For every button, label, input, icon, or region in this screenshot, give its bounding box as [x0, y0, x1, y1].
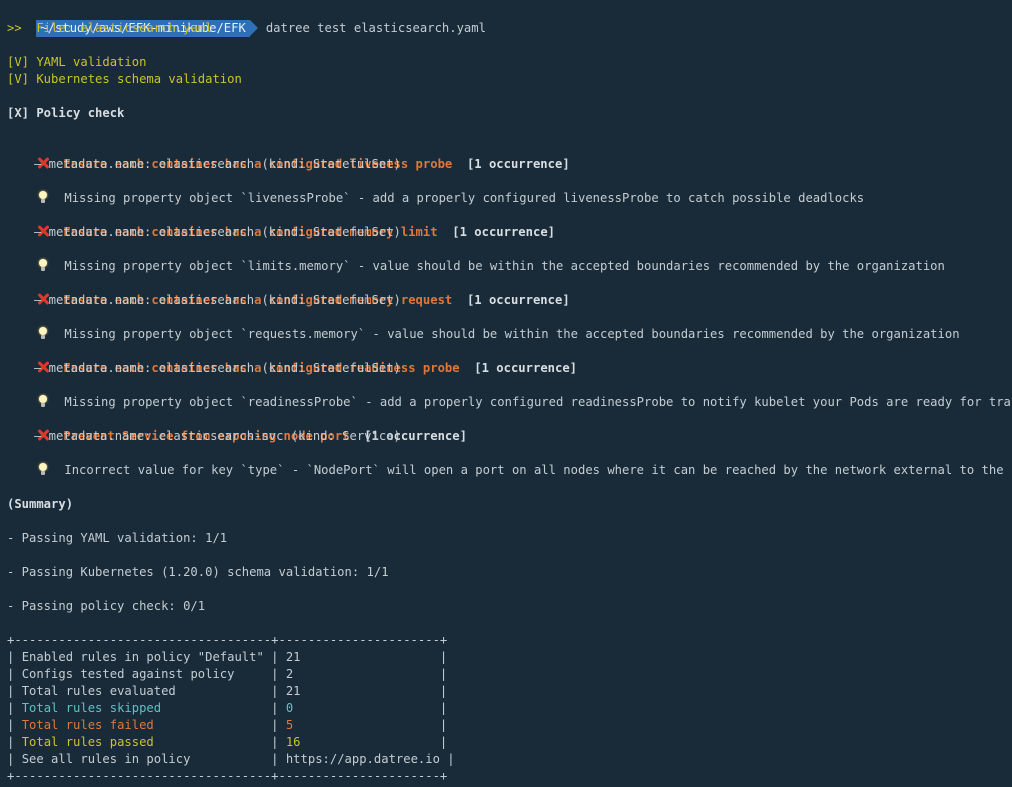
violation-meta: — metadata.name: elasticsearch (kind: St… [34, 157, 401, 171]
check-yaml: [V] YAML validation [7, 55, 147, 69]
check-policy: [X] Policy check [7, 106, 125, 120]
occurrence-count: [1 occurrence] [466, 157, 570, 171]
lightbulb-icon [38, 191, 48, 204]
violation-hint: Missing property object `readinessProbe`… [64, 395, 1012, 409]
table-row-value: 5 [285, 718, 433, 732]
table-row: | Total rules skipped | 0 | [7, 701, 448, 715]
table-row: | See all rules in policy | https://app.… [7, 752, 455, 766]
lightbulb-icon [38, 395, 48, 408]
table-border-top: +-----------------------------------+---… [7, 633, 448, 647]
table-row-value[interactable]: https://app.datree.io [286, 752, 440, 766]
table-row-label: Total rules skipped [21, 701, 264, 715]
table-row-label: Configs tested against policy [21, 667, 264, 681]
violation-title-line: Ensure each container has a configured m… [7, 275, 569, 307]
violation-hint-line: Missing property object `limits.memory` … [7, 241, 945, 273]
violation-meta: — metadata.name: elasticsearch (kind: St… [34, 293, 401, 307]
table-row-value: 0 [285, 701, 433, 715]
violation-hint: Missing property object `limits.memory` … [64, 259, 945, 273]
prompt-arrow-icon [249, 20, 258, 36]
violation-title-line: Prevent Service from exposing node port … [7, 411, 467, 443]
table-row: | Configs tested against policy | 2 | [7, 667, 448, 681]
violation-hint: Incorrect value for key `type` - `NodePo… [64, 463, 1012, 477]
command-text: datree test elasticsearch.yaml [265, 21, 486, 35]
violation-title-line: Ensure each container has a configured m… [7, 207, 555, 239]
table-row-value: 16 [285, 735, 433, 749]
violation-meta: — metadata.name: elasticsearch (kind: St… [34, 225, 401, 239]
table-row-label: See all rules in policy [21, 752, 264, 766]
violation-hint: Missing property object `requests.memory… [64, 327, 960, 341]
table-row-value: 2 [285, 667, 433, 681]
table-row-value: 21 [285, 650, 433, 664]
prompt-line: ~/study/aws/EFK-minikube/EFK datree test … [7, 3, 486, 37]
occurrence-count: [1 occurrence] [466, 293, 570, 307]
check-k8s-schema: [V] Kubernetes schema validation [7, 72, 242, 86]
table-border-bottom: +-----------------------------------+---… [7, 769, 448, 783]
lightbulb-icon [38, 463, 48, 476]
file-line: >> File: elasticsearch.yaml [7, 21, 213, 35]
terminal-window[interactable]: ~/study/aws/EFK-minikube/EFK datree test … [0, 0, 1012, 787]
lightbulb-icon [38, 327, 48, 340]
table-row: | Total rules failed | 5 | [7, 718, 448, 732]
violation-title-line: Ensure each container has a configured l… [7, 139, 569, 171]
summary-policy: - Passing policy check: 0/1 [7, 599, 206, 613]
occurrence-count: [1 occurrence] [474, 361, 578, 375]
violation-meta: — metadata.name: elasticsearch-svc (kind… [34, 429, 401, 443]
violation-hint: Missing property object `livenessProbe` … [64, 191, 865, 205]
table-row: | Total rules passed | 16 | [7, 735, 448, 749]
lightbulb-icon [38, 259, 48, 272]
violation-title-line: Ensure each container has a configured r… [7, 343, 577, 375]
summary-yaml: - Passing YAML validation: 1/1 [7, 531, 228, 545]
table-row: | Total rules evaluated | 21 | [7, 684, 448, 698]
table-row-label: Total rules evaluated [21, 684, 264, 698]
violation-hint-line: Incorrect value for key `type` - `NodePo… [7, 445, 1012, 477]
table-row-label: Total rules passed [21, 735, 264, 749]
table-row-label: Total rules failed [21, 718, 264, 732]
violation-meta: — metadata.name: elasticsearch (kind: St… [34, 361, 401, 375]
violation-hint-line: Missing property object `requests.memory… [7, 309, 960, 341]
summary-heading: (Summary) [7, 497, 74, 511]
table-row-value: 21 [285, 684, 433, 698]
violation-hint-line: Missing property object `livenessProbe` … [7, 173, 864, 205]
summary-k8s: - Passing Kubernetes (1.20.0) schema val… [7, 565, 389, 579]
table-row: | Enabled rules in policy "Default" | 21… [7, 650, 448, 664]
table-row-label: Enabled rules in policy "Default" [21, 650, 264, 664]
occurrence-count: [1 occurrence] [452, 225, 555, 239]
violation-hint-line: Missing property object `readinessProbe`… [7, 377, 1012, 409]
